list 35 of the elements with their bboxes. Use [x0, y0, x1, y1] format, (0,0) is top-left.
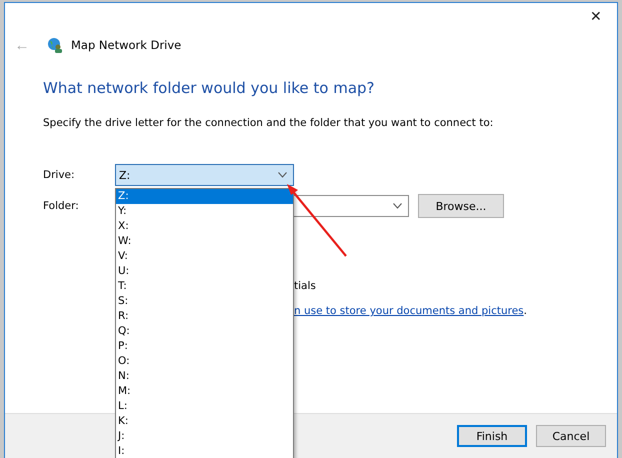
- drive-option[interactable]: Q:: [116, 324, 293, 339]
- chevron-down-icon: [393, 203, 402, 209]
- drive-option[interactable]: K:: [116, 414, 293, 429]
- drive-option[interactable]: T:: [116, 279, 293, 294]
- drive-option[interactable]: W:: [116, 234, 293, 249]
- browse-button[interactable]: Browse...: [418, 194, 504, 218]
- window-title: Map Network Drive: [71, 38, 182, 52]
- chevron-down-icon: [278, 172, 287, 178]
- folder-dropdown[interactable]: [293, 195, 409, 217]
- drive-label: Drive:: [43, 169, 76, 181]
- instruction-text: Specify the drive letter for the connection and the folder that you want to connect to:: [43, 117, 494, 129]
- drive-option[interactable]: I:: [116, 444, 293, 458]
- drive-option[interactable]: X:: [116, 219, 293, 234]
- drive-option[interactable]: J:: [116, 429, 293, 444]
- dialog-button[interactable]: Finish: [457, 425, 527, 447]
- storage-link[interactable]: n use to store your documents and pictures: [294, 305, 524, 317]
- drive-option[interactable]: L:: [116, 399, 293, 414]
- drive-option[interactable]: U:: [116, 264, 293, 279]
- drive-option[interactable]: Z:: [116, 189, 293, 204]
- drive-option[interactable]: P:: [116, 339, 293, 354]
- drive-option[interactable]: O:: [116, 354, 293, 369]
- close-button[interactable]: ✕: [581, 3, 611, 29]
- drive-option[interactable]: Y:: [116, 204, 293, 219]
- network-globe-icon: [47, 37, 63, 53]
- dialog-button[interactable]: Cancel: [536, 425, 606, 447]
- drive-option[interactable]: V:: [116, 249, 293, 264]
- folder-label: Folder:: [43, 200, 80, 212]
- drive-option[interactable]: M:: [116, 384, 293, 399]
- drive-option[interactable]: S:: [116, 294, 293, 309]
- period-text: .: [524, 305, 528, 317]
- credentials-text: tials: [294, 280, 316, 292]
- drive-option[interactable]: N:: [116, 369, 293, 384]
- drive-option[interactable]: R:: [116, 309, 293, 324]
- drive-dropdown[interactable]: Z:: [115, 164, 294, 186]
- page-heading: What network folder would you like to map?: [43, 79, 376, 97]
